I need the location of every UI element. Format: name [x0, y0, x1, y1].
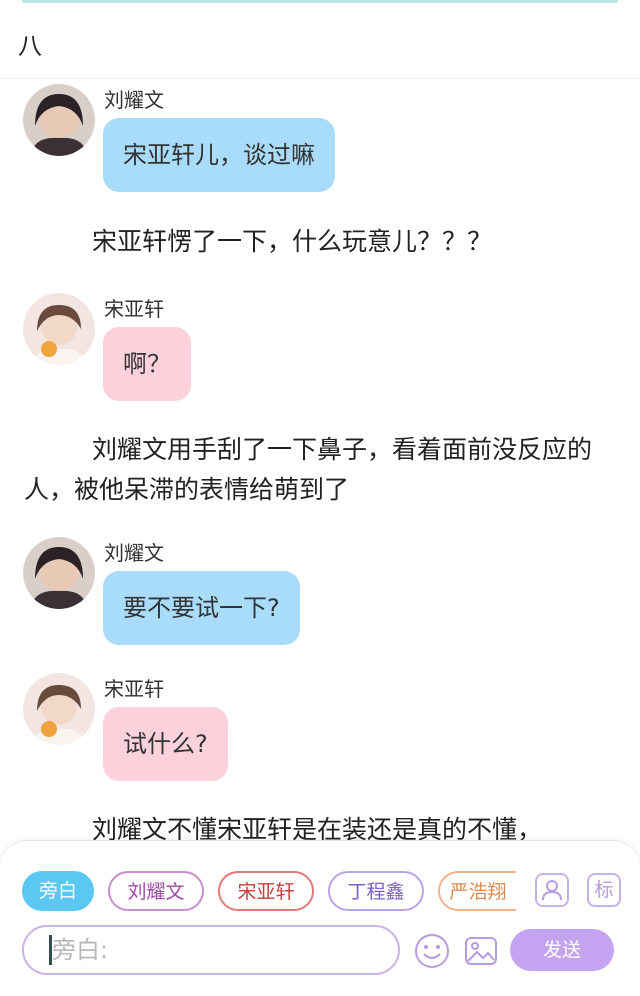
speaker-name: 宋亚轩 — [104, 297, 164, 321]
top-divider — [22, 0, 618, 3]
message-bubble: 宋亚轩儿，谈过嘛 — [103, 118, 335, 192]
role-chip-song-yaxuan[interactable]: 宋亚轩 — [218, 871, 314, 911]
role-chip-yan-haoxiang[interactable]: 严浩翔 — [438, 871, 516, 911]
chapter-title: 八 — [18, 32, 42, 60]
emoji-icon[interactable] — [414, 933, 450, 969]
avatar[interactable] — [23, 84, 95, 156]
message-bubble: 试什么? — [103, 707, 228, 781]
avatar[interactable] — [23, 673, 95, 745]
speaker-name: 刘耀文 — [104, 541, 164, 565]
user-profile-icon[interactable] — [535, 873, 569, 907]
message-input[interactable]: 旁白: — [22, 925, 400, 975]
speaker-name: 宋亚轩 — [104, 677, 164, 701]
message-bubble: 要不要试一下? — [103, 571, 300, 645]
avatar[interactable] — [23, 537, 95, 609]
text-caret — [49, 935, 52, 965]
speaker-name: 刘耀文 — [104, 88, 164, 112]
narration-text: 宋亚轩愣了一下，什么玩意儿？？？ — [92, 227, 493, 256]
role-chip-narrator[interactable]: 旁白 — [22, 871, 94, 911]
message-bubble: 啊？ — [103, 327, 191, 401]
composer-panel: 旁白 刘耀文 宋亚轩 丁程鑫 严浩翔 标 旁白: 发送 — [0, 840, 640, 996]
narration-text: 刘耀文用手刮了一下鼻子，看着面前没反应的人，被他呆滞的表情给萌到了 — [24, 435, 593, 504]
image-icon[interactable] — [463, 933, 499, 969]
role-chip-ding-chengxin[interactable]: 丁程鑫 — [328, 871, 424, 911]
header-divider — [0, 78, 640, 79]
avatar[interactable] — [23, 293, 95, 365]
input-placeholder: 旁白: — [52, 936, 109, 964]
mark-icon[interactable]: 标 — [587, 873, 621, 907]
send-button[interactable]: 发送 — [510, 929, 614, 971]
role-chip-liu-yaowen[interactable]: 刘耀文 — [108, 871, 204, 911]
